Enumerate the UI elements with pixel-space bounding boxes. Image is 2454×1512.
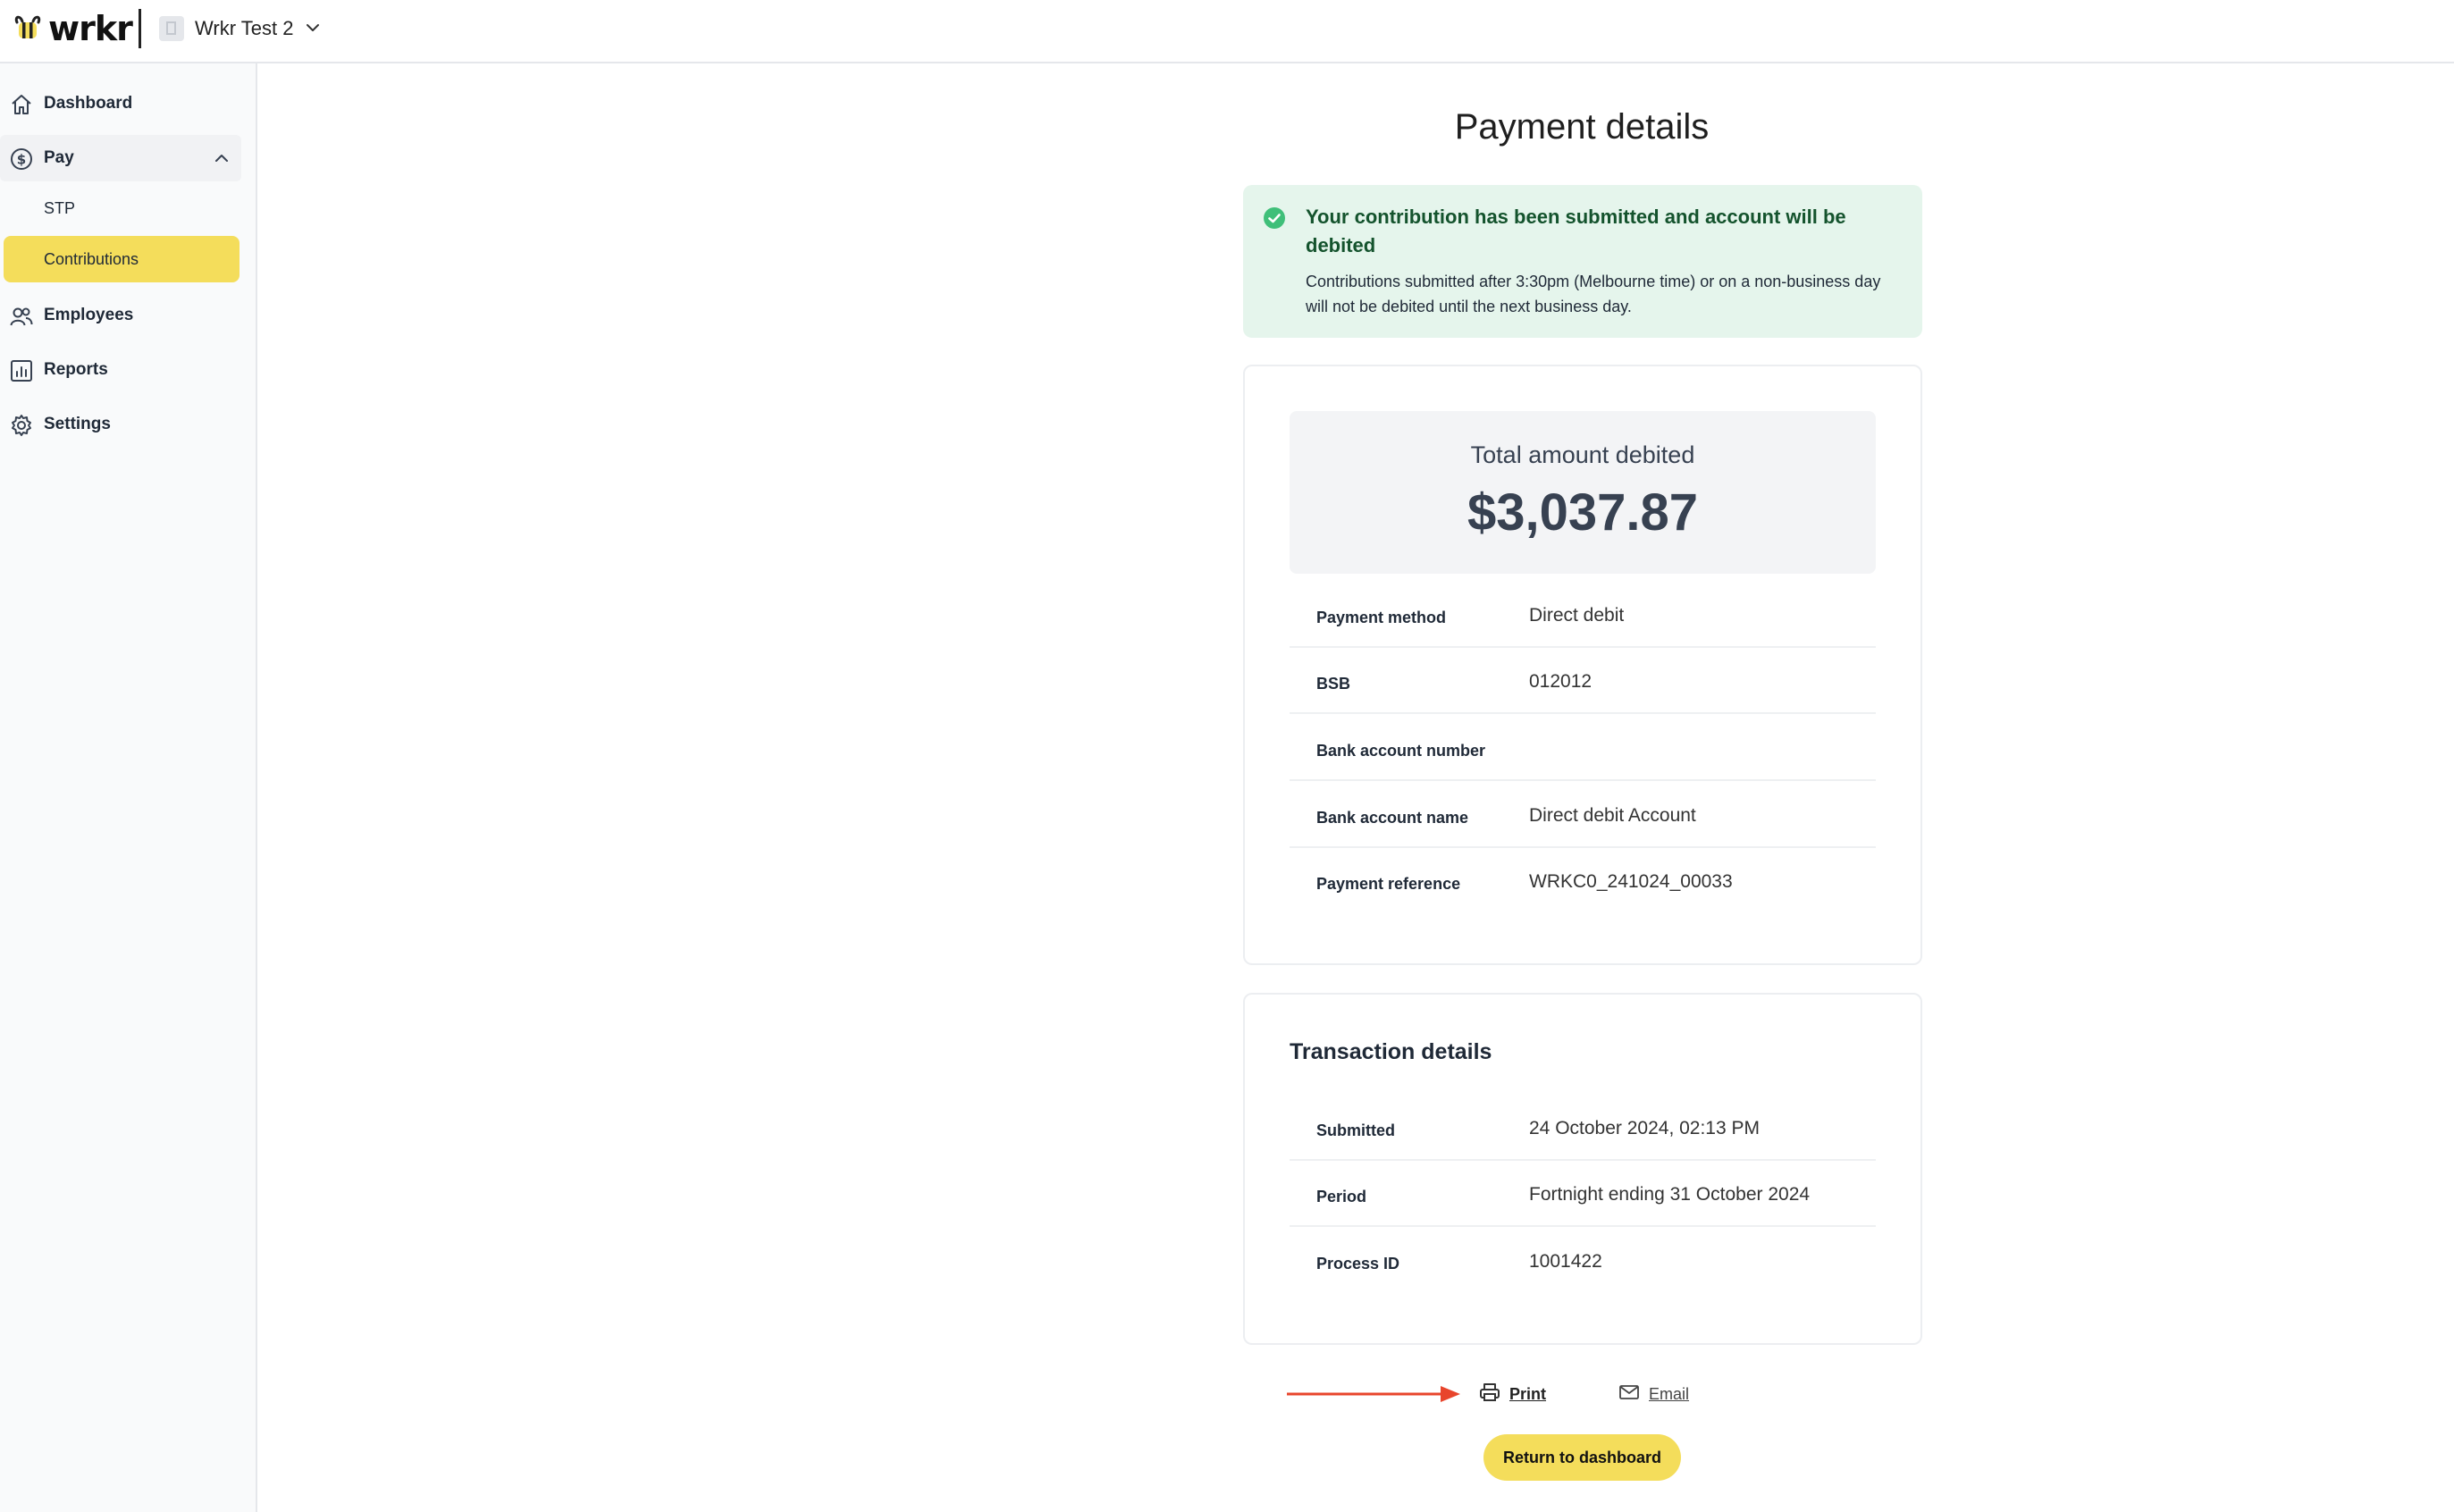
dollar-circle-icon: $ xyxy=(10,147,33,171)
wrkr-logo[interactable]: wrkr xyxy=(13,9,133,48)
detail-row-payment-reference: Payment reference WRKC0_241024_00033 xyxy=(1290,848,1876,914)
sidebar-item-label: Reports xyxy=(44,360,108,379)
detail-row-submitted: Submitted 24 October 2024, 02:13 PM xyxy=(1290,1095,1876,1161)
chevron-down-icon xyxy=(306,21,320,37)
print-label: Print xyxy=(1509,1384,1547,1403)
sidebar-subitem-label: STP xyxy=(44,198,76,217)
sidebar-item-label: Pay xyxy=(44,148,74,167)
sidebar-subitem-label: Contributions xyxy=(44,249,139,268)
svg-text:$: $ xyxy=(17,152,26,168)
bee-logo-icon xyxy=(13,13,43,45)
gear-icon xyxy=(10,414,33,437)
sidebar: Dashboard $ Pay STP Contributions Employ… xyxy=(0,63,257,1512)
detail-label: Period xyxy=(1316,1188,1367,1205)
home-icon xyxy=(10,93,33,116)
detail-row-payment-method: Payment method Direct debit xyxy=(1290,582,1876,648)
detail-row-bsb: BSB 012012 xyxy=(1290,648,1876,714)
sidebar-item-pay[interactable]: $ Pay xyxy=(0,135,241,181)
detail-row-bank-account-name: Bank account name Direct debit Account xyxy=(1290,782,1876,848)
chevron-up-icon[interactable] xyxy=(214,151,229,167)
print-link[interactable]: Print xyxy=(1479,1380,1546,1408)
detail-value: Direct debit Account xyxy=(1529,805,1696,826)
sidebar-item-label: Employees xyxy=(44,306,134,324)
total-amount-label: Total amount debited xyxy=(1470,441,1695,468)
detail-value: WRKC0_241024_00033 xyxy=(1529,871,1733,892)
payment-card: Total amount debited $3,037.87 Payment m… xyxy=(1243,365,1922,965)
total-amount-value: $3,037.87 xyxy=(1467,483,1699,542)
check-circle-icon xyxy=(1263,206,1286,234)
sidebar-item-employees[interactable]: Employees xyxy=(0,292,241,339)
bar-chart-icon xyxy=(10,359,33,382)
logo-text: wrkr xyxy=(48,9,133,48)
sidebar-item-dashboard[interactable]: Dashboard xyxy=(0,80,241,127)
detail-value: Fortnight ending 31 October 2024 xyxy=(1529,1184,1811,1205)
sidebar-item-settings[interactable]: Settings xyxy=(0,401,241,448)
sidebar-item-label: Settings xyxy=(44,415,111,433)
detail-value: 24 October 2024, 02:13 PM xyxy=(1529,1118,1760,1138)
alert-title: Your contribution has been submitted and… xyxy=(1306,206,1846,256)
detail-label: Bank account name xyxy=(1316,809,1469,827)
success-alert: Your contribution has been submitted and… xyxy=(1243,185,1922,338)
detail-row-process-id: Process ID 1001422 xyxy=(1290,1228,1876,1294)
email-label: Email xyxy=(1649,1384,1690,1403)
detail-value: 1001422 xyxy=(1529,1251,1602,1272)
detail-value: Direct debit xyxy=(1529,605,1625,626)
alert-body: Contributions submitted after 3:30pm (Me… xyxy=(1306,273,1881,315)
detail-label: Payment method xyxy=(1316,609,1447,626)
transaction-title: Transaction details xyxy=(1290,1039,1492,1064)
org-switcher[interactable]: Wrkr Test 2 xyxy=(159,13,320,45)
envelope-icon xyxy=(1618,1383,1640,1406)
transaction-card: Transaction details Submitted 24 October… xyxy=(1243,993,1922,1345)
sidebar-subitem-stp[interactable]: STP xyxy=(4,185,240,231)
top-divider xyxy=(139,9,141,48)
sidebar-subitem-contributions[interactable]: Contributions xyxy=(4,236,240,282)
sidebar-item-reports[interactable]: Reports xyxy=(0,347,241,393)
document-icon xyxy=(159,16,184,41)
detail-label: Process ID xyxy=(1316,1255,1400,1273)
sidebar-item-label: Dashboard xyxy=(44,94,133,113)
users-icon xyxy=(10,305,33,328)
printer-icon xyxy=(1479,1382,1500,1407)
total-amount-box: Total amount debited $3,037.87 xyxy=(1290,411,1876,574)
org-name: Wrkr Test 2 xyxy=(195,17,294,39)
page-title: Payment details xyxy=(1454,107,1710,147)
detail-row-bank-account-number: Bank account number xyxy=(1290,715,1876,781)
detail-label: BSB xyxy=(1316,675,1351,693)
red-arrow-icon xyxy=(1285,1383,1464,1409)
detail-row-period: Period Fortnight ending 31 October 2024 xyxy=(1290,1161,1876,1227)
detail-label: Payment reference xyxy=(1316,875,1461,893)
email-link[interactable]: Email xyxy=(1618,1380,1689,1408)
top-bar: wrkr Wrkr Test 2 xyxy=(0,0,2454,63)
detail-label: Submitted xyxy=(1316,1121,1395,1139)
detail-value: 012012 xyxy=(1529,671,1593,692)
detail-label: Bank account number xyxy=(1316,742,1486,760)
return-to-dashboard-button[interactable]: Return to dashboard xyxy=(1483,1434,1681,1481)
